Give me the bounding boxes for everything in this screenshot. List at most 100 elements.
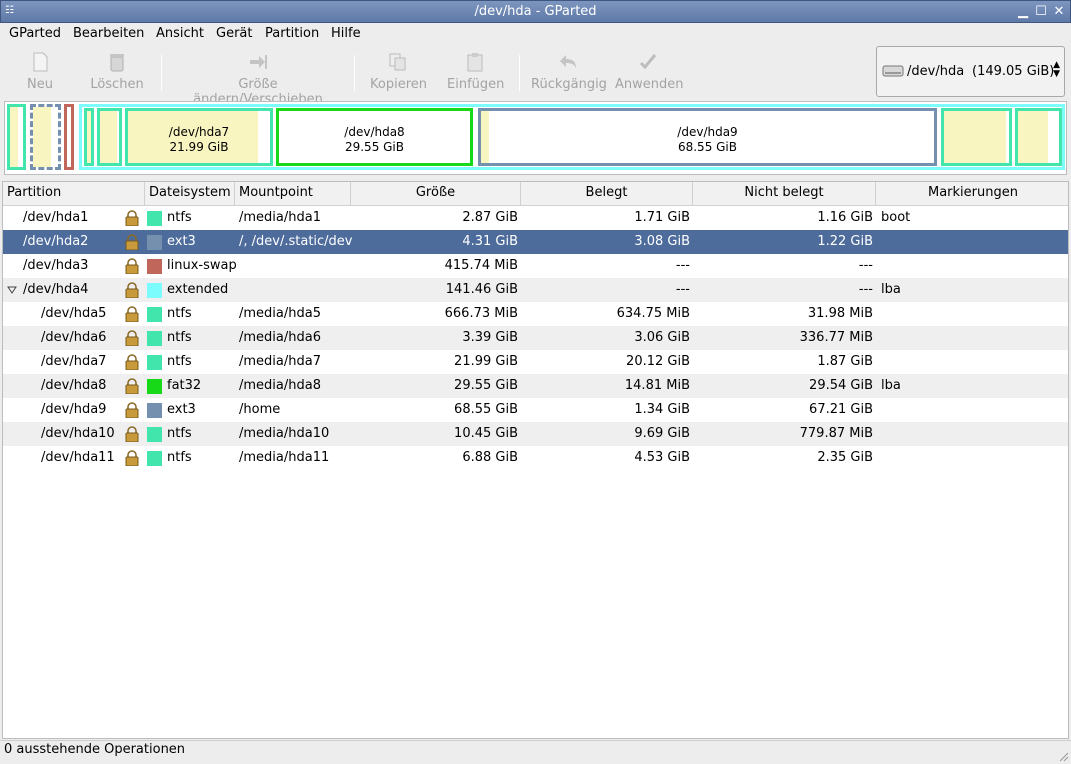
apply-button[interactable]: Anwenden [615, 49, 684, 97]
diskmap-hda3[interactable] [64, 104, 74, 170]
delete-button[interactable]: Löschen [90, 49, 144, 97]
close-icon[interactable]: ✕ [1051, 4, 1067, 20]
cell-mountpoint: /media/hda10 [239, 426, 330, 441]
fs-color-swatch [147, 283, 162, 298]
lock-icon [125, 306, 139, 323]
cell-size: 3.39 GiB [462, 330, 518, 345]
cell-filesystem: ntfs [167, 426, 192, 441]
table-row[interactable]: /dev/hda10 ntfs/media/hda10 10.45 GiB 9.69 … [3, 422, 1068, 446]
cell-size: 4.31 GiB [462, 234, 518, 249]
cell-flags: lba [881, 282, 901, 297]
lock-icon [125, 402, 139, 419]
col-nicht-belegt[interactable]: Nicht belegt [693, 182, 876, 206]
cell-mountpoint: /media/hda6 [239, 330, 321, 345]
diskmap-hda8[interactable]: /dev/hda8 29.55 GiB [276, 108, 473, 166]
cell-mountpoint: /media/hda1 [239, 210, 321, 225]
menu-geraet[interactable]: Gerät [216, 26, 252, 41]
status-bar: 0 ausstehende Operationen [0, 740, 1071, 764]
resize-arrow-icon [250, 55, 267, 69]
resize-grip-icon[interactable] [1059, 752, 1069, 762]
diskmap-hda10[interactable] [941, 108, 1012, 166]
menu-ansicht[interactable]: Ansicht [156, 26, 204, 41]
cell-partition: /dev/hda11 [41, 450, 115, 465]
menu-partition[interactable]: Partition [265, 26, 319, 41]
cell-partition: /dev/hda4 [23, 282, 89, 297]
title-bar: ☷ /dev/hda - GParted ▁ ☐ ✕ [0, 0, 1071, 23]
table-row[interactable]: /dev/hda6 ntfs/media/hda6 3.39 GiB 3.06 GiB… [3, 326, 1068, 350]
device-size: (149.05 GiB) [972, 64, 1055, 79]
cell-mountpoint: /, /dev/.static/dev [239, 234, 353, 249]
col-belegt[interactable]: Belegt [521, 182, 693, 206]
cell-mountpoint: /media/hda8 [239, 378, 321, 393]
col-groesse[interactable]: Größe [351, 182, 521, 206]
paste-button[interactable]: Einfügen [447, 49, 504, 97]
cell-used: --- [675, 258, 690, 273]
lock-icon [125, 450, 139, 467]
new-button[interactable]: Neu [22, 49, 58, 97]
diskmap-hda11[interactable] [1015, 108, 1062, 166]
lock-icon [125, 210, 139, 227]
col-dateisystem[interactable]: Dateisystem [145, 182, 235, 206]
cell-filesystem: ext3 [167, 234, 196, 249]
cell-unused: 29.54 GiB [809, 378, 873, 393]
menu-hilfe[interactable]: Hilfe [331, 26, 361, 41]
table-row[interactable]: /dev/hda4 extended 141.46 GiB --- --- lba [3, 278, 1068, 302]
col-partition[interactable]: Partition [3, 182, 145, 206]
cell-mountpoint: /media/hda5 [239, 306, 321, 321]
table-row[interactable]: /dev/hda3 linux-swap 415.74 MiB --- --- [3, 254, 1068, 278]
minimize-icon[interactable]: ▁ [1015, 4, 1031, 20]
resize-move-button[interactable]: Größe ändern/Verschieben [173, 49, 343, 107]
diskmap-hda7[interactable]: /dev/hda7 21.99 GiB [125, 108, 273, 166]
table-row[interactable]: /dev/hda8 fat32/media/hda8 29.55 GiB 14.81 … [3, 374, 1068, 398]
cell-size: 29.55 GiB [454, 378, 518, 393]
lock-icon [125, 426, 139, 443]
diskmap-hda9[interactable]: /dev/hda9 68.55 GiB [478, 108, 937, 166]
col-markierungen[interactable]: Markierungen [876, 182, 1070, 206]
menu-bar: GParted Bearbeiten Ansicht Gerät Partiti… [0, 23, 1071, 45]
cell-flags: boot [881, 210, 911, 225]
lock-icon [125, 282, 139, 299]
col-mountpoint[interactable]: Mountpoint [235, 182, 351, 206]
cell-filesystem: ntfs [167, 450, 192, 465]
fs-color-swatch [147, 403, 162, 418]
undo-button[interactable]: Rückgängig [531, 49, 607, 97]
toolbar-separator [161, 55, 162, 91]
cell-partition: /dev/hda2 [23, 234, 89, 249]
table-row[interactable]: /dev/hda9 ext3/home 68.55 GiB 1.34 GiB 67.21… [3, 398, 1068, 422]
cell-partition: /dev/hda5 [41, 306, 107, 321]
maximize-icon[interactable]: ☐ [1033, 4, 1049, 20]
table-row[interactable]: /dev/hda2 ext3 /, /dev/.static/dev 4.31 GiB… [3, 230, 1068, 254]
diskmap-hda5[interactable] [84, 108, 94, 166]
cell-mountpoint: /media/hda7 [239, 354, 321, 369]
table-row[interactable]: /dev/hda1 ntfs/media/hda1 2.87 GiB 1.71 GiB… [3, 206, 1068, 230]
fs-color-swatch [147, 211, 162, 226]
cell-partition: /dev/hda1 [23, 210, 89, 225]
device-selector[interactable]: /dev/hda (149.05 GiB) ▲ ▼ [876, 46, 1065, 97]
cell-size: 666.73 MiB [444, 306, 518, 321]
cell-unused: 67.21 GiB [809, 402, 873, 417]
table-row[interactable]: /dev/hda7 ntfs/media/hda7 21.99 GiB 20.12 G… [3, 350, 1068, 374]
lock-icon [125, 354, 139, 371]
trash-icon [110, 54, 124, 72]
expander-triangle-icon[interactable] [7, 285, 17, 295]
cell-filesystem: extended [167, 282, 229, 297]
table-row[interactable]: /dev/hda11 ntfs/media/hda11 6.88 GiB 4.53 G… [3, 446, 1068, 470]
cell-partition: /dev/hda3 [23, 258, 89, 273]
diskmap-hda6[interactable] [97, 108, 122, 166]
lock-icon [125, 234, 139, 251]
copy-button[interactable]: Kopieren [370, 49, 427, 97]
table-row[interactable]: /dev/hda5 ntfs/media/hda5 666.73 MiB 634.75… [3, 302, 1068, 326]
cell-partition: /dev/hda10 [41, 426, 115, 441]
cell-size: 141.46 GiB [445, 282, 518, 297]
menu-bearbeiten[interactable]: Bearbeiten [73, 26, 144, 41]
cell-unused: 31.98 MiB [807, 306, 873, 321]
cell-partition: /dev/hda8 [41, 378, 107, 393]
cell-unused: --- [858, 282, 873, 297]
cell-size: 2.87 GiB [462, 210, 518, 225]
undo-icon [560, 55, 576, 68]
menu-gparted[interactable]: GParted [9, 26, 61, 41]
diskmap-hda2[interactable] [30, 104, 61, 170]
fs-color-swatch [147, 355, 162, 370]
diskmap-hda1[interactable] [7, 104, 26, 170]
pending-operations: 0 ausstehende Operationen [4, 742, 186, 757]
